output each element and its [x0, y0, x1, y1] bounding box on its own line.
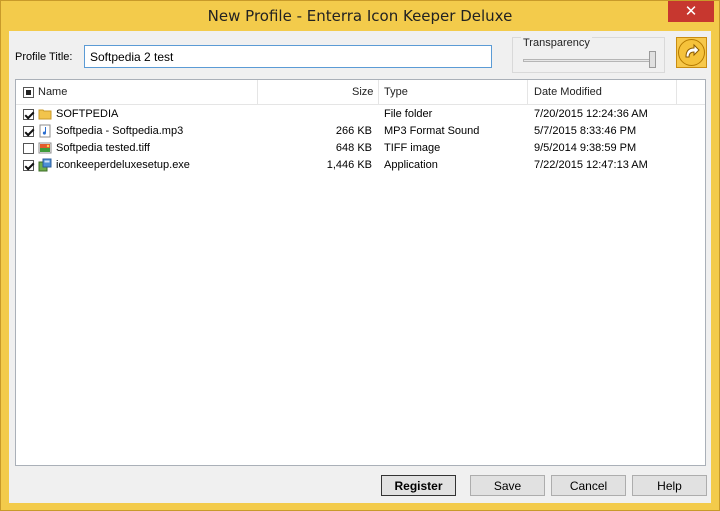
- title-bar[interactable]: New Profile - Enterra Icon Keeper Deluxe…: [1, 1, 719, 31]
- transparency-slider-track[interactable]: [523, 59, 653, 62]
- profile-title-label: Profile Title:: [15, 51, 73, 63]
- file-size: 266 KB: [335, 125, 372, 137]
- register-button[interactable]: Register: [381, 475, 456, 496]
- audio-file-icon: [38, 124, 52, 138]
- file-row[interactable]: Softpedia tested.tiff 648 KB TIFF image …: [16, 140, 705, 157]
- transparency-group: Transparency: [512, 37, 665, 73]
- file-date-modified: 5/7/2015 8:33:46 PM: [534, 125, 637, 137]
- image-file-icon: [38, 141, 52, 155]
- save-button[interactable]: Save: [470, 475, 545, 496]
- column-separator: [378, 80, 379, 105]
- close-button[interactable]: ✕: [668, 1, 714, 22]
- file-name: iconkeeperdeluxesetup.exe: [56, 159, 190, 171]
- column-separator: [527, 80, 528, 105]
- file-row[interactable]: iconkeeperdeluxesetup.exe 1,446 KB Appli…: [16, 157, 705, 174]
- refresh-arrow-icon[interactable]: [676, 37, 707, 68]
- transparency-label: Transparency: [521, 37, 592, 49]
- row-checkbox[interactable]: [23, 126, 34, 137]
- help-button[interactable]: Help: [632, 475, 707, 496]
- row-checkbox[interactable]: [23, 109, 34, 120]
- column-header-type[interactable]: Type: [384, 80, 408, 105]
- file-date-modified: 9/5/2014 9:38:59 PM: [534, 142, 637, 154]
- setup-exe-icon: [38, 158, 52, 172]
- file-size: 1,446 KB: [326, 159, 372, 171]
- file-name: SOFTPEDIA: [56, 108, 119, 120]
- file-name: Softpedia tested.tiff: [56, 142, 150, 154]
- file-list[interactable]: Name Size Type Date Modified SOFTPEDIA F…: [15, 79, 706, 466]
- app-window: New Profile - Enterra Icon Keeper Deluxe…: [0, 0, 720, 511]
- file-date-modified: 7/22/2015 12:47:13 AM: [534, 159, 648, 171]
- file-list-header: Name Size Type Date Modified: [16, 80, 705, 105]
- column-header-name[interactable]: Name: [38, 80, 67, 105]
- file-type: Application: [384, 159, 438, 171]
- file-date-modified: 7/20/2015 12:24:36 AM: [534, 108, 648, 120]
- file-type: File folder: [384, 108, 433, 120]
- window-title: New Profile - Enterra Icon Keeper Deluxe: [207, 7, 513, 25]
- file-type: MP3 Format Sound: [384, 125, 480, 137]
- select-all-checkbox[interactable]: [23, 87, 34, 98]
- column-header-size[interactable]: Size: [352, 80, 373, 105]
- file-size: 648 KB: [335, 142, 372, 154]
- column-separator: [257, 80, 258, 105]
- cancel-button[interactable]: Cancel: [551, 475, 626, 496]
- button-bar: Register Save Cancel Help: [9, 471, 711, 501]
- transparency-slider-thumb[interactable]: [649, 51, 656, 68]
- row-checkbox[interactable]: [23, 143, 34, 154]
- row-checkbox[interactable]: [23, 160, 34, 171]
- profile-title-input[interactable]: [84, 45, 492, 68]
- file-row[interactable]: SOFTPEDIA File folder 7/20/2015 12:24:36…: [16, 106, 705, 123]
- dialog-body: Profile Title: Transparency Name Size Ty…: [9, 31, 711, 503]
- file-type: TIFF image: [384, 142, 441, 154]
- folder-icon: [38, 107, 52, 121]
- column-separator: [676, 80, 677, 105]
- column-header-date-modified[interactable]: Date Modified: [534, 80, 602, 105]
- file-row[interactable]: Softpedia - Softpedia.mp3 266 KB MP3 For…: [16, 123, 705, 140]
- file-name: Softpedia - Softpedia.mp3: [56, 125, 184, 137]
